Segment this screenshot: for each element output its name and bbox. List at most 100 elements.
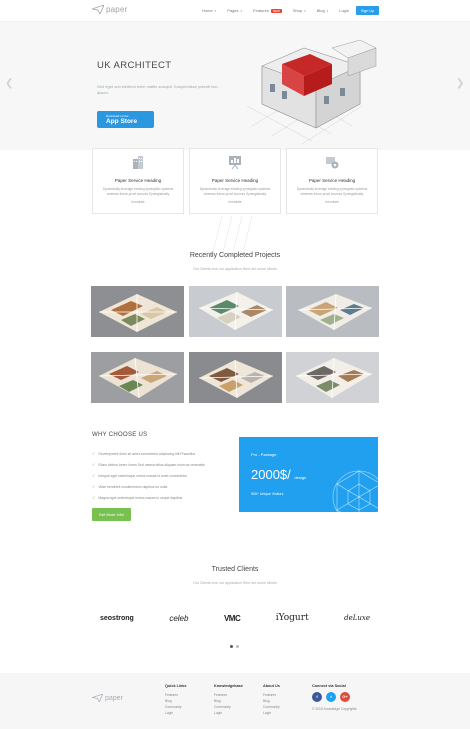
client-logo-vmc: VMC [223,613,241,623]
projects-grid [91,286,379,403]
nav-home[interactable]: Home ▾ [202,8,216,13]
client-logo-celeb: celeb [169,613,189,623]
chevron-down-icon: ▾ [214,8,217,13]
package-price: 2000$/ design [251,467,306,482]
pricing-package-card[interactable]: Pro - Package 2000$/ design 500+ Unique … [239,437,378,512]
carousel-dot[interactable] [230,645,233,648]
check-icon: ✓ [92,484,96,489]
package-visits: 500+ Unique Visitors [251,492,284,496]
service-text: Dynamically leverage existing synergisti… [199,187,271,196]
check-icon: ✓ [92,462,96,467]
service-title: Paper Service Heading [308,178,356,183]
carousel-dot[interactable] [236,645,239,648]
check-icon: ✓ [92,451,96,456]
google-plus-icon[interactable]: G+ [340,692,350,702]
price-unit: design [294,475,307,480]
clients-title: Trusted Clients [211,566,259,573]
services-row: Paper Service Heading Dynamically levera… [92,148,378,214]
copyright: © 2016 Knowledge Copyrights [312,707,357,711]
list-item-text: Development dolor sit amet consectetur a… [98,451,196,456]
list-item-text: Vitae hendrerit condimentum dapibus eu n… [98,484,168,489]
project-tile[interactable] [286,286,379,337]
client-logo-deluxe: deLuxe [344,614,370,622]
list-item: ✓ Vitae hendrerit condimentum dapibus eu … [92,481,205,492]
price-value: 2000$/ [251,467,291,482]
nav-label: Home [202,8,213,13]
footer-logo[interactable]: paper [92,694,123,702]
get-more-info-button[interactable]: Get More Info! [92,508,131,521]
service-text: Dynamically leverage existing synergisti… [102,187,174,196]
hero-slider: ❮ ❯ UK ARCHITECT Sed eget orci eleifend … [0,22,470,150]
nav-label: Login [339,8,350,13]
gear-icon [326,157,339,169]
arrow-right-icon[interactable]: ❯ [456,78,464,89]
floorplan-image [188,286,282,337]
floorplan-image [91,286,184,337]
logo-text: paper [106,5,128,14]
check-icon: ✓ [92,473,96,478]
paper-plane-icon [92,5,104,14]
list-item: ✓ Development dolor sit amet consectetur … [92,448,205,459]
paper-plane-icon [92,694,103,702]
service-link[interactable]: formulate [93,200,183,204]
new-badge: NEW [270,8,282,13]
service-card[interactable]: Paper Service Heading Dynamically levera… [286,148,378,214]
appstore-big-text: App Store [106,118,138,125]
chevron-down-icon: ▾ [240,8,243,13]
architect-building-image [246,39,377,145]
logo[interactable]: paper [92,5,127,14]
floorplan-image [188,351,282,403]
globe-icon [332,470,378,512]
service-title: Paper Service Heading [211,178,259,183]
presentation-icon [229,156,241,170]
footer-link[interactable]: Login [263,710,280,716]
service-text: Dynamically leverage existing synergisti… [296,187,368,196]
arrow-left-icon[interactable]: ❮ [5,78,13,89]
floorplan-image [91,351,184,403]
footer-link[interactable]: Login [165,710,187,716]
footer-col-title: Quick Links [165,684,187,688]
project-tile[interactable] [188,286,282,337]
carousel-dots [230,645,239,648]
signup-button[interactable]: Sign Up [356,6,379,15]
footer-col-about-us: About Us Features Blog Community Login [263,684,280,716]
footer-col-title: About Us [263,684,280,688]
list-item-text: Magna eget scelerisque metus massa in ne… [98,495,183,500]
projects-title: Recently Completed Projects [189,252,281,259]
footer-logo-text: paper [105,694,123,702]
check-icon: ✓ [92,495,96,500]
nav-label: Blog [316,8,325,13]
hero-title: UK ARCHITECT [97,60,172,71]
building-icon [133,156,143,169]
nav-login[interactable]: Login [339,8,349,13]
social-icons: f t G+ [312,692,357,702]
header: paper Home ▾ Pages ▾ Features NEW Shop ▾ Blo… [0,0,470,22]
nav-shop[interactable]: Shop ▾ [293,8,306,13]
project-tile[interactable] [91,286,184,337]
service-link[interactable]: formulate [190,200,280,204]
why-list: ✓ Development dolor sit amet consectetur … [92,448,205,503]
footer-link[interactable]: Login [214,710,243,716]
project-tile[interactable] [91,351,184,403]
footer-col-quick-links: Quick Links Features Blog Community Logi… [165,684,187,716]
project-tile[interactable] [286,351,379,403]
list-item-text: Etiam dictum lorem lorem Sed massa tellu… [98,462,205,467]
nav-blog[interactable]: Blog ▾ [317,8,329,13]
footer-col-social: Connect via Social f t G+ © 2016 Knowled… [312,684,357,712]
facebook-icon[interactable]: f [312,692,322,702]
hero-subtitle: Sed eget orci eleifend enim mattis susci… [97,84,218,95]
footer: paper Quick Links Features Blog Communit… [0,673,470,729]
floorplan-image [286,351,379,403]
app-store-button[interactable]: Download on the App Store [97,111,154,128]
nav-pages[interactable]: Pages ▾ [227,8,242,13]
service-card[interactable]: Paper Service Heading Dynamically levera… [189,148,281,214]
list-item: ✓ Etiam dictum lorem lorem Sed massa tell… [92,459,205,470]
service-card[interactable]: Paper Service Heading Dynamically levera… [92,148,184,214]
package-label: Pro - Package [251,452,277,457]
client-logo-iyogurt: iYogurt [275,613,309,623]
twitter-icon[interactable]: t [326,692,336,702]
service-link[interactable]: formulate [287,200,377,204]
chevron-down-icon: ▾ [326,8,329,13]
project-tile[interactable] [188,351,282,403]
nav-features[interactable]: Features NEW [253,8,282,13]
